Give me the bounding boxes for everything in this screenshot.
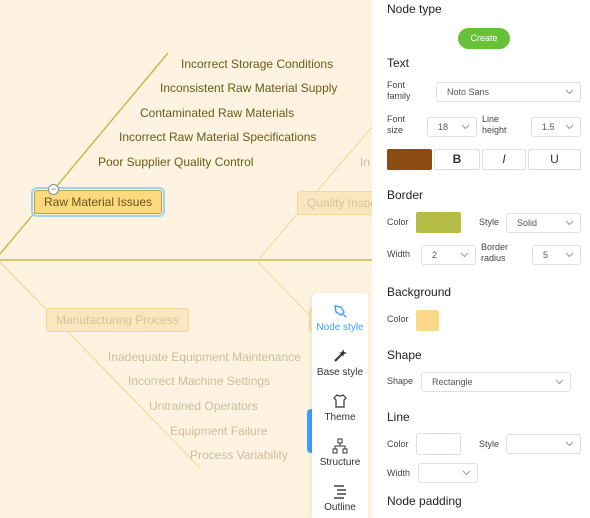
tool-structure[interactable]: Structure	[312, 437, 368, 468]
font-size-label: Font size	[387, 114, 406, 135]
border-width-select[interactable]: 2	[421, 245, 476, 265]
font-family-value: Noto Sans	[447, 87, 490, 97]
chevron-down-icon	[565, 252, 574, 258]
line-height-label: Line height	[482, 114, 507, 135]
font-family-label: Font family	[387, 80, 411, 101]
cause-label[interactable]: Inadequate Equipment Maintenance	[108, 350, 301, 364]
section-title-border: Border	[387, 188, 424, 202]
line-color-swatch[interactable]	[416, 433, 461, 455]
chevron-down-icon	[461, 124, 470, 130]
section-title-node-type: Node type	[387, 2, 442, 16]
section-title-background: Background	[387, 285, 452, 299]
border-style-value: Solid	[517, 218, 538, 228]
tool-node-style[interactable]: Node style	[312, 302, 368, 333]
background-color-swatch[interactable]	[416, 310, 439, 331]
structure-icon	[332, 438, 348, 454]
shape-value: Rectangle	[432, 377, 473, 387]
cause-label[interactable]: Equipment Failure	[170, 424, 267, 438]
tool-label: Theme	[324, 412, 356, 423]
line-height-value: 1.5	[542, 122, 555, 132]
line-style-select[interactable]	[506, 434, 581, 454]
italic-button[interactable]: I	[482, 149, 526, 170]
line-height-select[interactable]: 1.5	[531, 117, 581, 137]
magic-wand-icon	[334, 349, 347, 362]
text-color-swatch[interactable]	[387, 149, 432, 170]
outline-icon	[334, 485, 346, 499]
shirt-icon	[333, 394, 347, 408]
border-color-label: Color	[387, 217, 409, 227]
chevron-down-icon	[565, 89, 574, 95]
chevron-down-icon	[565, 441, 574, 447]
chevron-down-icon	[460, 252, 469, 258]
cause-label-partial[interactable]: In	[360, 155, 370, 169]
font-size-select[interactable]: 18	[427, 117, 477, 137]
chevron-down-icon	[555, 379, 564, 385]
line-width-label: Width	[387, 468, 411, 478]
border-color-swatch[interactable]	[416, 212, 461, 233]
underline-button[interactable]: U	[528, 149, 581, 170]
cause-label[interactable]: Incorrect Machine Settings	[128, 374, 270, 388]
brush-icon	[334, 305, 347, 318]
cause-label[interactable]: Incorrect Storage Conditions	[181, 57, 333, 71]
border-style-select[interactable]: Solid	[506, 213, 581, 233]
bold-button[interactable]: B	[434, 149, 480, 170]
section-title-line: Line	[387, 410, 410, 424]
cause-label[interactable]: Contaminated Raw Materials	[140, 106, 294, 120]
cause-label[interactable]: Process Variability	[190, 448, 288, 462]
cause-label[interactable]: Inconsistent Raw Material Supply	[160, 81, 337, 95]
tool-label: Node style	[316, 322, 364, 333]
line-style-label: Style	[479, 439, 500, 449]
chevron-down-icon	[462, 470, 471, 476]
section-title-node-padding: Node padding	[387, 494, 462, 508]
chevron-down-icon	[565, 220, 574, 226]
font-family-select[interactable]: Noto Sans	[436, 82, 581, 102]
shape-label: Shape	[387, 376, 414, 386]
tool-label: Outline	[324, 502, 356, 513]
collapse-toggle-icon[interactable]: −	[48, 184, 59, 195]
cause-label[interactable]: Poor Supplier Quality Control	[98, 155, 253, 169]
tool-outline[interactable]: Outline	[312, 482, 368, 513]
border-width-label: Width	[387, 249, 411, 259]
border-radius-select[interactable]: 5	[532, 245, 581, 265]
bone-branch	[257, 261, 313, 319]
bone-raw-material	[0, 52, 169, 255]
cause-label[interactable]: Untrained Operators	[149, 399, 258, 413]
tool-label: Structure	[319, 457, 361, 468]
border-style-label: Style	[479, 217, 500, 227]
section-title-shape: Shape	[387, 348, 422, 362]
style-panel: Node type Create Text Font family Noto S…	[372, 0, 590, 518]
tool-theme[interactable]: Theme	[312, 392, 368, 423]
border-radius-label: Border radius	[481, 242, 509, 263]
tool-label: Base style	[316, 367, 364, 378]
chevron-down-icon	[565, 124, 574, 130]
background-color-label: Color	[387, 314, 409, 324]
font-size-value: 18	[438, 122, 449, 132]
border-width-value: 2	[432, 250, 438, 260]
tool-base-style[interactable]: Base style	[312, 347, 368, 378]
line-color-label: Color	[387, 439, 409, 449]
side-toolbar: Node style Base style Theme Structure Ou…	[312, 293, 368, 518]
node-manufacturing-process[interactable]: Manufacturing Process	[46, 308, 189, 332]
section-title-text: Text	[387, 56, 410, 70]
line-width-select[interactable]	[418, 463, 478, 483]
shape-select[interactable]: Rectangle	[421, 372, 571, 392]
node-quality-inspection[interactable]: Quality Inspe	[297, 191, 372, 215]
cause-label[interactable]: Incorrect Raw Material Specifications	[119, 130, 316, 144]
create-button[interactable]: Create	[458, 28, 510, 49]
border-radius-value: 5	[543, 250, 549, 260]
